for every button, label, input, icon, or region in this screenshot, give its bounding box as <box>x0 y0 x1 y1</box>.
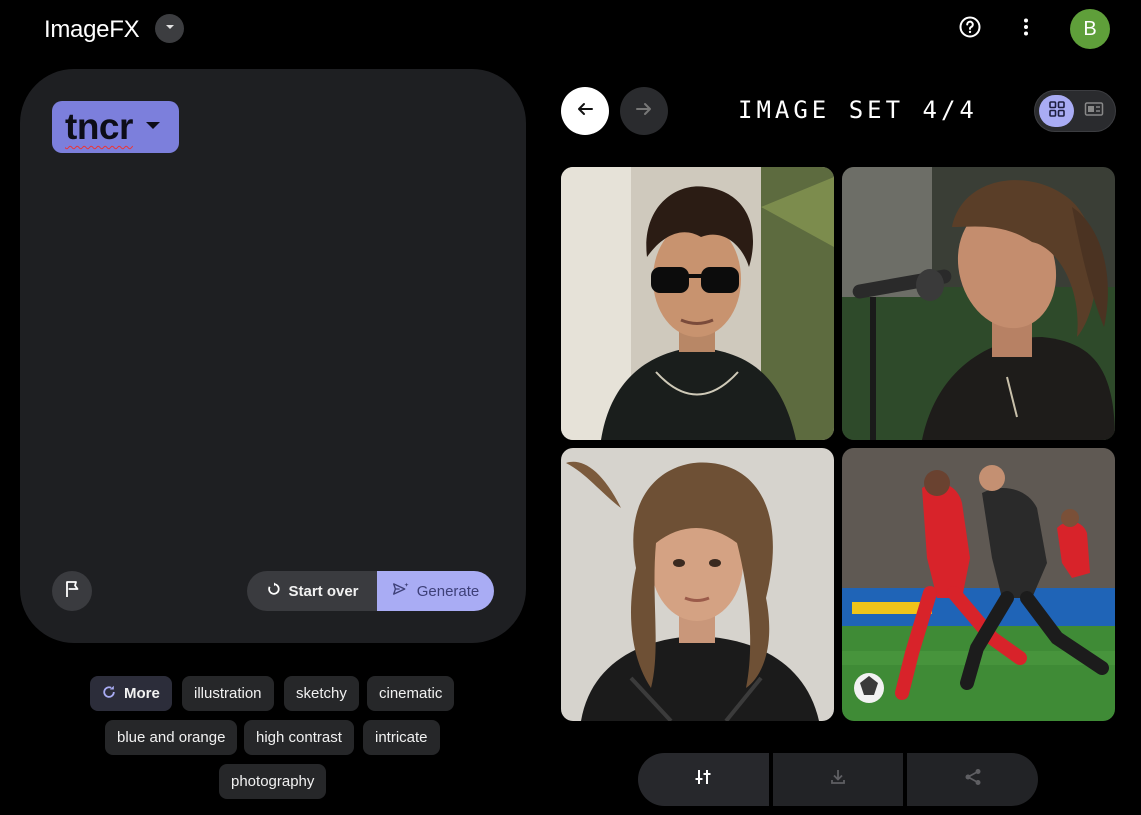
grid-icon <box>1048 100 1066 123</box>
flag-icon <box>62 579 82 604</box>
more-label: More <box>124 685 160 702</box>
app-title: ImageFX <box>44 16 140 43</box>
chip-blue-and-orange[interactable]: blue and orange <box>105 720 238 755</box>
share-button[interactable] <box>907 753 1039 806</box>
tune-icon <box>693 767 713 792</box>
image-actions-bar <box>638 753 1039 806</box>
download-button[interactable] <box>772 753 904 806</box>
chip-illustration[interactable]: illustration <box>182 676 274 711</box>
prompt-text[interactable]: tncr <box>65 106 133 148</box>
single-view-icon <box>1084 101 1104 122</box>
prompt-actions: Start over Generate <box>247 571 494 611</box>
generated-image-3[interactable] <box>561 448 834 721</box>
arrow-left-icon <box>575 99 595 124</box>
previous-set-button[interactable] <box>561 87 609 135</box>
image-set-label: IMAGE SET 4/4 <box>738 96 978 124</box>
avatar[interactable]: B <box>1070 9 1110 49</box>
refresh-icon <box>102 685 116 703</box>
next-set-button[interactable] <box>620 87 668 135</box>
edit-button[interactable] <box>638 753 769 806</box>
chip-sketchy[interactable]: sketchy <box>284 676 359 711</box>
arrow-right-icon <box>634 99 654 124</box>
grid-view-button[interactable] <box>1039 95 1074 127</box>
more-chip[interactable]: More <box>90 676 172 711</box>
generated-image-2[interactable] <box>842 167 1115 440</box>
chip-intricate[interactable]: intricate <box>363 720 440 755</box>
more-menu-button[interactable] <box>1012 15 1040 43</box>
generated-image-4[interactable] <box>842 448 1115 721</box>
share-icon <box>964 768 982 791</box>
app-switch-button[interactable] <box>155 14 184 43</box>
chip-photography[interactable]: photography <box>219 764 327 799</box>
start-over-button[interactable]: Start over <box>247 571 377 611</box>
caret-down-icon <box>143 115 163 140</box>
chip-high-contrast[interactable]: high contrast <box>244 720 354 755</box>
prompt-panel: tncr Start over Generate <box>20 69 526 643</box>
download-icon <box>829 768 847 791</box>
report-button[interactable] <box>52 571 92 611</box>
generate-label: Generate <box>416 582 480 600</box>
chip-cinematic[interactable]: cinematic <box>367 676 455 711</box>
refresh-icon <box>267 582 281 600</box>
generated-image-1[interactable] <box>561 167 834 440</box>
help-button[interactable] <box>956 15 984 43</box>
start-over-label: Start over <box>288 582 359 600</box>
single-view-button[interactable] <box>1076 95 1111 127</box>
view-toggle <box>1034 90 1116 132</box>
prompt-chip[interactable]: tncr <box>52 101 179 153</box>
caret-down-icon <box>164 20 176 38</box>
generate-button[interactable]: Generate <box>377 571 494 611</box>
help-icon <box>958 15 982 44</box>
more-vert-icon <box>1014 15 1038 44</box>
send-sparkle-icon <box>392 582 409 600</box>
